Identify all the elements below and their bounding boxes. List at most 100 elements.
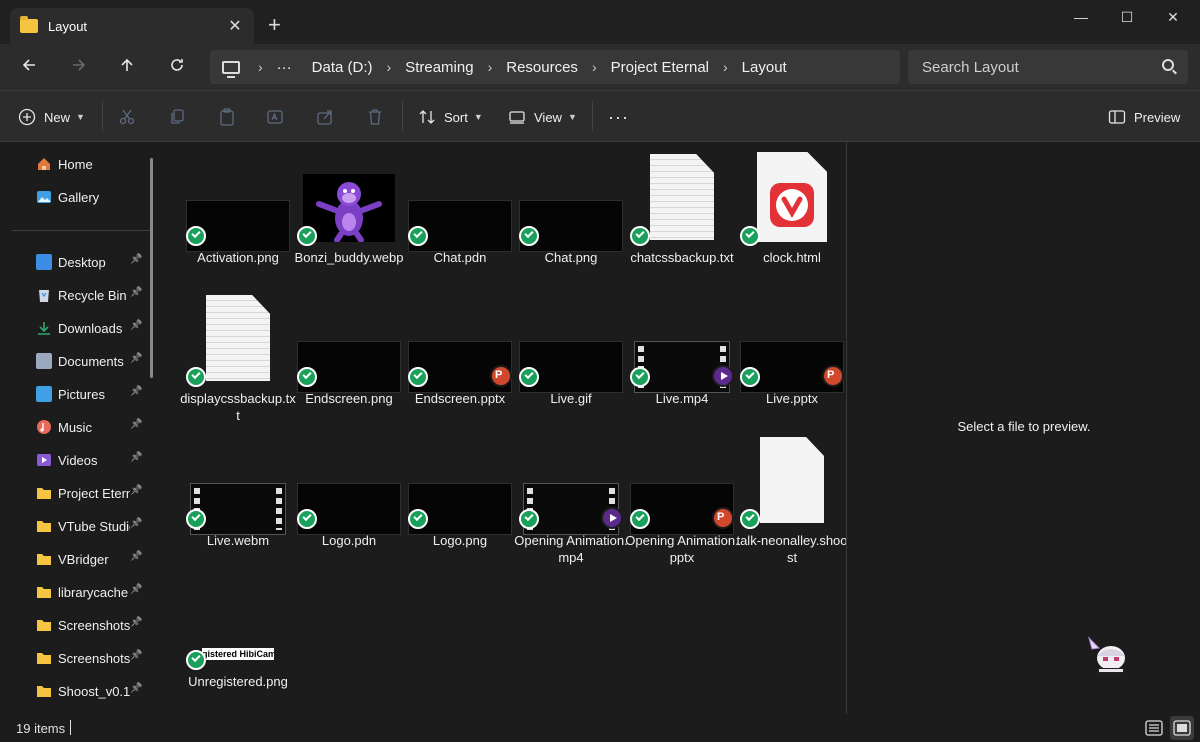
this-pc-icon[interactable] [222, 60, 240, 78]
pin-icon[interactable]: 📌 [130, 452, 142, 463]
file-item[interactable]: Live.webm [184, 435, 292, 571]
close-tab-icon[interactable]: ✕ [226, 16, 244, 36]
sidebar-item[interactable]: Home [36, 152, 146, 176]
close-window-button[interactable]: ✕ [1150, 4, 1196, 30]
pin-icon[interactable]: 📌 [130, 320, 142, 331]
file-item[interactable]: Logo.png [406, 435, 514, 571]
sync-status-icon [186, 509, 206, 529]
pin-icon[interactable]: 📌 [130, 518, 142, 529]
search-input[interactable]: Search Layout [908, 50, 1188, 84]
address-bar[interactable]: › ··· Data (D:) › Streaming › Resources … [210, 50, 900, 84]
sidebar-item[interactable]: Shoost_v0.14 📌 [36, 679, 146, 703]
tab-title: Layout [48, 18, 88, 34]
breadcrumb-layout[interactable]: Layout [742, 59, 787, 76]
paste-button[interactable] [218, 105, 236, 129]
tab-layout[interactable]: Layout ✕ [10, 8, 254, 44]
forward-arrow-icon [73, 59, 86, 71]
new-tab-button[interactable]: + [268, 14, 281, 36]
share-button[interactable] [316, 105, 334, 129]
file-item[interactable]: Live.pptx [738, 293, 846, 429]
forward-button[interactable] [66, 54, 92, 80]
cut-button[interactable] [118, 105, 136, 129]
sidebar-item[interactable]: Gallery [36, 185, 146, 209]
file-item[interactable]: displaycssbackup.txt [180, 293, 296, 429]
sort-button[interactable]: Sort ▼ [418, 105, 483, 129]
pin-icon[interactable]: 📌 [130, 683, 142, 694]
pin-icon[interactable]: 📌 [130, 650, 142, 661]
breadcrumb-resources[interactable]: Resources [506, 59, 578, 76]
copy-icon [171, 109, 184, 124]
pin-icon[interactable]: 📌 [130, 353, 142, 364]
breadcrumb-overflow[interactable]: ··· [277, 59, 292, 76]
file-item[interactable]: Endscreen.pptx [406, 293, 514, 429]
details-view-button[interactable] [1142, 716, 1166, 740]
sidebar-scrollbar[interactable] [150, 158, 153, 378]
powerpoint-icon [822, 365, 844, 387]
pin-icon[interactable]: 📌 [130, 254, 142, 265]
search-icon [1162, 59, 1174, 71]
sidebar-item[interactable]: librarycache 📌 [36, 580, 146, 604]
sidebar-item[interactable]: Downloads 📌 [36, 316, 146, 340]
file-item[interactable]: Live.mp4 [628, 293, 736, 429]
file-item[interactable]: Chat.png [517, 152, 625, 288]
desktop-mascot-sprite[interactable] [1087, 636, 1133, 678]
file-item[interactable]: Bonzi_buddy.webp [295, 152, 403, 288]
large-icons-view-button[interactable] [1170, 716, 1194, 740]
breadcrumb-drive[interactable]: Data (D:) [312, 59, 373, 76]
sidebar-item[interactable]: Screenshots 📌 [36, 613, 146, 637]
file-item[interactable]: chatcssbackup.txt [628, 152, 736, 288]
file-item[interactable]: clock.html [738, 152, 846, 288]
refresh-button[interactable] [164, 54, 190, 80]
file-item[interactable]: gistered HibiCam 2 Unregistered.png [184, 576, 292, 712]
new-label: New [44, 109, 71, 125]
pin-icon[interactable]: 📌 [130, 584, 142, 595]
pin-icon[interactable]: 📌 [130, 287, 142, 298]
chevron-down-icon: ▼ [76, 112, 85, 122]
file-item[interactable]: Live.gif [517, 293, 625, 429]
back-button[interactable] [16, 54, 42, 80]
file-item[interactable]: Opening Animation.mp4 [514, 435, 628, 571]
pin-icon[interactable]: 📌 [130, 419, 142, 430]
folder-icon [36, 551, 52, 567]
new-button[interactable]: New ▼ [18, 105, 85, 129]
up-button[interactable] [114, 54, 140, 80]
file-item[interactable]: Logo.pdn [295, 435, 403, 571]
folder-icon [36, 650, 52, 666]
file-item[interactable]: Opening Animation.pptx [625, 435, 739, 571]
pin-icon[interactable]: 📌 [130, 386, 142, 397]
more-options-button[interactable]: ··· [608, 105, 629, 129]
sidebar-item[interactable]: VTube Studio 📌 [36, 514, 146, 538]
maximize-button[interactable]: ☐ [1104, 4, 1150, 30]
sidebar-item-label: Recycle Bin [58, 287, 127, 303]
sidebar-item-label: Videos [58, 452, 98, 468]
file-item[interactable]: Endscreen.png [295, 293, 403, 429]
checkmark-icon [524, 511, 534, 522]
file-item[interactable]: talk-neonalley.shoost [736, 435, 848, 571]
sidebar-item[interactable]: Videos 📌 [36, 448, 146, 472]
rename-button[interactable] [266, 105, 284, 129]
sidebar-item[interactable]: Pictures 📌 [36, 382, 146, 406]
sidebar-item[interactable]: Documents 📌 [36, 349, 146, 373]
delete-button[interactable] [366, 105, 384, 129]
breadcrumb-project-eternal[interactable]: Project Eternal [611, 59, 709, 76]
sidebar-item[interactable]: Screenshots 📌 [36, 646, 146, 670]
text-cursor [70, 720, 71, 735]
media-player-icon [601, 507, 623, 529]
sidebar-item[interactable]: VBridger 📌 [36, 547, 146, 571]
sidebar-item[interactable]: Desktop 📌 [36, 250, 146, 274]
minimize-button[interactable]: — [1058, 4, 1104, 30]
pin-icon[interactable]: 📌 [130, 617, 142, 628]
file-item[interactable]: Chat.pdn [406, 152, 514, 288]
folder-icon [36, 485, 52, 501]
large-icons-view-icon [1173, 720, 1191, 736]
pin-icon[interactable]: 📌 [130, 551, 142, 562]
file-item[interactable]: Activation.png [184, 152, 292, 288]
view-button[interactable]: View ▼ [508, 105, 577, 129]
breadcrumb-streaming[interactable]: Streaming [405, 59, 473, 76]
copy-button[interactable] [168, 105, 186, 129]
pin-icon[interactable]: 📌 [130, 485, 142, 496]
sidebar-item[interactable]: Project Eternal📌 [36, 481, 146, 505]
preview-pane-button[interactable]: Preview [1108, 105, 1180, 129]
sidebar-item[interactable]: Music 📌 [36, 415, 146, 439]
sidebar-item[interactable]: Recycle Bin 📌 [36, 283, 146, 307]
